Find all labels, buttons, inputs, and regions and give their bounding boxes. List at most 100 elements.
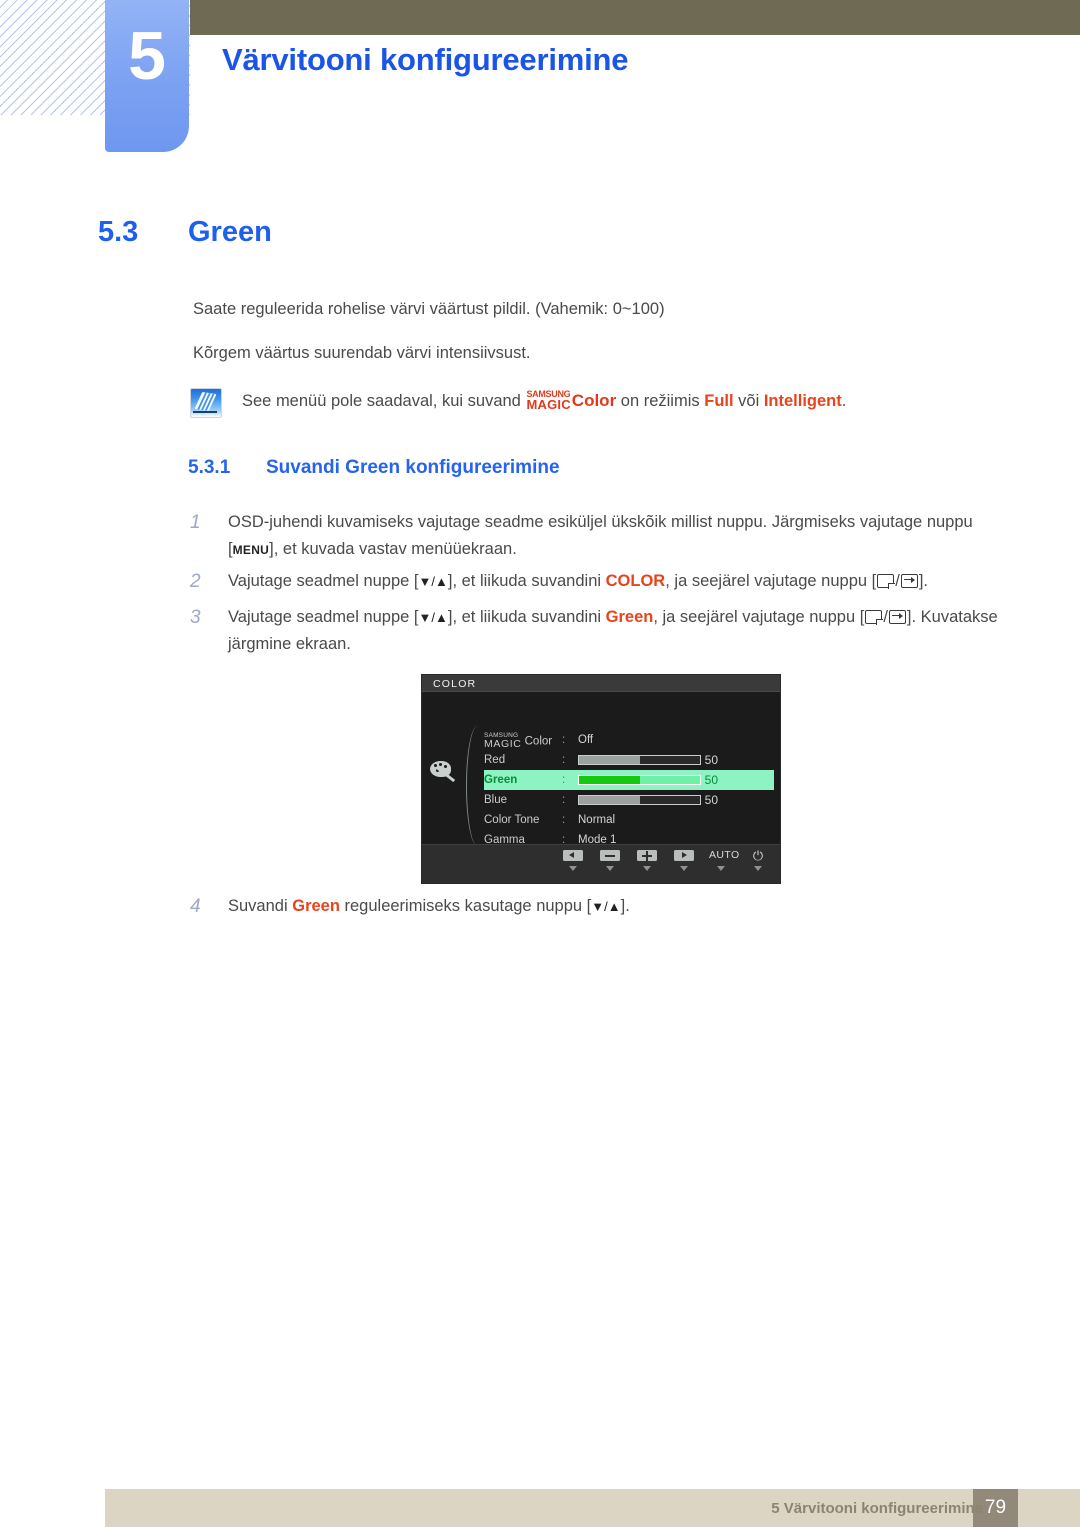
power-icon: ⏻ — [752, 848, 764, 863]
step-2-text-d: ]. — [918, 572, 928, 590]
note-text-or: või — [738, 392, 760, 410]
auto-label: AUTO — [709, 849, 740, 861]
step-3-text: Vajutage seadmel nuppe [▼/▲], et liikuda… — [228, 608, 998, 653]
step-3-text-b: ], et liikuda suvandini — [447, 608, 602, 626]
arrow-right-icon — [674, 850, 694, 861]
section-title: Green — [188, 216, 272, 248]
color-palette-icon — [428, 758, 458, 784]
intro-paragraph-2: Kõrgem väärtus suurendab värvi intensiiv… — [193, 344, 531, 362]
caret-down-icon — [569, 866, 577, 871]
osd-row-magic-color[interactable]: SAMSUNG MAGIC Color : Off — [484, 730, 774, 750]
magic-label: MAGIC — [526, 397, 571, 412]
intro-paragraph-1: Saate reguleerida rohelise värvi väärtus… — [193, 300, 665, 318]
step-3: 3 Vajutage seadmel nuppe [▼/▲], et liiku… — [190, 604, 1000, 658]
step-4-number: 4 — [190, 896, 201, 917]
caret-down-icon — [754, 866, 762, 871]
subsection-number: 5.3.1 — [188, 457, 231, 478]
step-2-text: Vajutage seadmel nuppe [▼/▲], et liikuda… — [228, 572, 928, 590]
step-4-text-a: Suvandi — [228, 897, 288, 915]
step-2-highlight-color: COLOR — [605, 572, 666, 590]
updown-arrows-glyph: ▼/▲ — [418, 574, 448, 589]
osd-value-color-tone: Normal — [578, 814, 616, 826]
caret-down-icon — [717, 866, 725, 871]
osd-rows: SAMSUNG MAGIC Color : Off Red : 50 Green … — [484, 730, 774, 850]
caret-down-icon — [606, 866, 614, 871]
source-button-icon — [877, 574, 895, 589]
section-heading: 5.3 Green — [98, 216, 272, 249]
osd-colon: : — [562, 734, 566, 746]
step-3-text-c: , ja seejärel vajutage nuppu [ — [653, 608, 865, 626]
osd-label-green: Green — [484, 774, 518, 786]
osd-magic-label: MAGIC — [484, 738, 522, 751]
osd-bracket-arc — [466, 726, 485, 846]
osd-colon: : — [562, 794, 566, 806]
caret-down-icon — [643, 866, 651, 871]
osd-button-minus[interactable] — [598, 850, 622, 871]
step-2-text-c: , ja seejärel vajutage nuppu [ — [665, 572, 877, 590]
osd-button-arrow-right[interactable] — [672, 850, 696, 871]
step-4-text-c: ]. — [620, 897, 630, 915]
osd-colon: : — [562, 774, 566, 786]
updown-arrows-glyph: ▼/▲ — [418, 610, 448, 625]
step-2-text-a: Vajutage seadmel nuppe [ — [228, 572, 419, 590]
osd-slider-blue[interactable] — [578, 795, 701, 805]
subsection-title: Suvandi Green konfigureerimine — [266, 457, 560, 478]
osd-value-magic-color: Off — [578, 734, 594, 746]
enter-button-icon — [900, 574, 918, 588]
step-2: 2 Vajutage seadmel nuppe [▼/▲], et liiku… — [190, 568, 1000, 595]
page-number: 79 — [984, 1497, 1007, 1518]
note-text: See menüü pole saadaval, kui suvand SAMS… — [242, 388, 846, 414]
updown-arrows-glyph: ▼/▲ — [591, 899, 621, 914]
osd-row-blue[interactable]: Blue : 50 — [484, 790, 774, 810]
osd-title: COLOR — [422, 675, 780, 692]
samsung-magic-lockup: SAMSUNG MAGIC — [526, 390, 571, 412]
osd-value-blue: 50 — [704, 793, 718, 807]
step-4-highlight-green: Green — [292, 897, 340, 915]
header-olive-bar — [190, 0, 1080, 35]
menu-key-label: MENU — [232, 543, 270, 557]
note-pencil-icon — [190, 388, 222, 418]
step-4-text: Suvandi Green reguleerimiseks kasutage n… — [228, 893, 1000, 920]
note-text-end: . — [841, 392, 847, 410]
osd-label-magic-color: SAMSUNG MAGIC Color — [484, 732, 562, 749]
step-3-text-a: Vajutage seadmel nuppe [ — [228, 608, 419, 626]
osd-footer-buttons: AUTO ⏻ — [561, 848, 770, 871]
osd-row-green[interactable]: Green : 50 — [484, 770, 774, 790]
osd-row-color-tone[interactable]: Color Tone : Normal — [484, 810, 774, 830]
step-4: 4 Suvandi Green reguleerimiseks kasutage… — [190, 893, 1000, 920]
step-2-text-b: ], et liikuda suvandini — [447, 572, 602, 590]
plus-icon — [637, 850, 657, 861]
osd-button-power[interactable]: ⏻ — [746, 848, 770, 871]
step-1: 1 OSD-juhendi kuvamiseks vajutage seadme… — [190, 509, 1000, 564]
note-mode-full: Full — [704, 392, 734, 410]
osd-value-red: 50 — [704, 753, 718, 767]
osd-colon: : — [562, 814, 566, 826]
chapter-number: 5 — [128, 18, 166, 94]
osd-body: SAMSUNG MAGIC Color : Off Red : 50 Green … — [422, 692, 780, 846]
arrow-left-icon — [563, 850, 583, 861]
step-2-number: 2 — [190, 571, 201, 592]
osd-slider-red[interactable] — [578, 755, 701, 765]
enter-button-icon — [888, 610, 906, 624]
minus-icon — [600, 850, 620, 861]
osd-slider-green[interactable] — [578, 775, 701, 785]
osd-footer-bar: AUTO ⏻ — [422, 844, 780, 883]
osd-colon: : — [562, 754, 566, 766]
osd-button-arrow-left[interactable] — [561, 850, 585, 871]
section-number: 5.3 — [98, 216, 139, 248]
step-3-highlight-green: Green — [605, 608, 654, 626]
note-callout: See menüü pole saadaval, kui suvand SAMS… — [190, 388, 846, 418]
note-mode-intelligent: Intelligent — [763, 392, 842, 410]
osd-row-red[interactable]: Red : 50 — [484, 750, 774, 770]
source-button-icon — [865, 610, 883, 625]
caret-down-icon — [680, 866, 688, 871]
osd-label-color-tone: Color Tone — [484, 814, 540, 826]
chapter-title: Värvitooni konfigureerimine — [222, 42, 629, 77]
osd-button-auto[interactable]: AUTO — [709, 849, 740, 871]
step-4-text-b: reguleerimiseks kasutage nuppu [ — [344, 897, 592, 915]
step-1-text: OSD-juhendi kuvamiseks vajutage seadme e… — [228, 509, 1000, 564]
step-3-number: 3 — [190, 607, 201, 628]
osd-value-green: 50 — [704, 773, 718, 787]
osd-label-blue: Blue — [484, 794, 508, 806]
osd-button-plus[interactable] — [635, 850, 659, 871]
